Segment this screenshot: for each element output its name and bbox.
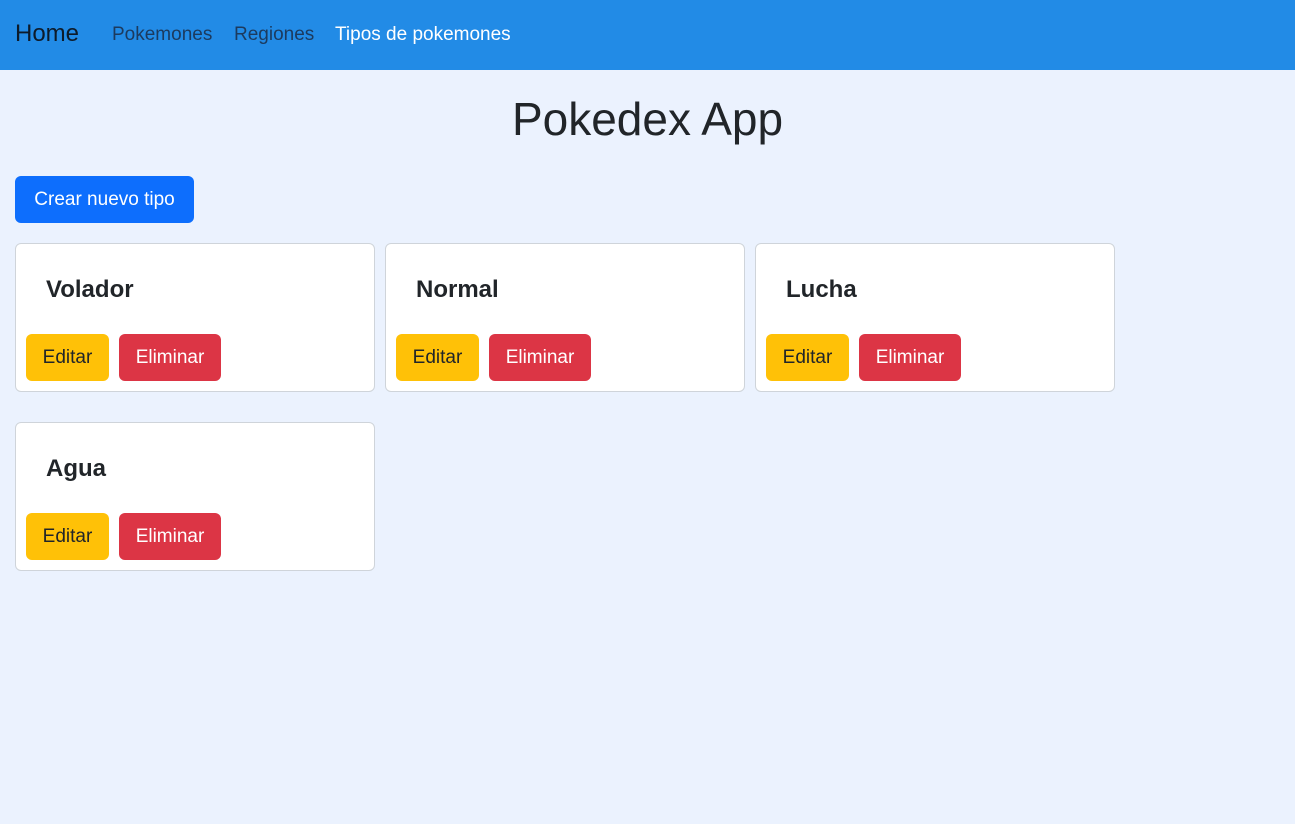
type-card-normal: Normal Editar Eliminar (385, 243, 745, 392)
nav-link-tipos-de-pokemones[interactable]: Tipos de pokemones (335, 24, 511, 46)
nav-link-regiones[interactable]: Regiones (234, 24, 314, 46)
type-card-title: Agua (46, 455, 106, 482)
edit-button[interactable]: Editar (26, 334, 109, 381)
type-card-title: Volador (46, 276, 134, 303)
navbar: Home Pokemones Regiones Tipos de pokemon… (0, 0, 1295, 70)
edit-button[interactable]: Editar (396, 334, 479, 381)
type-card-title: Normal (416, 276, 499, 303)
nav-brand-home[interactable]: Home (15, 20, 79, 48)
type-card-agua: Agua Editar Eliminar (15, 422, 375, 571)
delete-button[interactable]: Eliminar (489, 334, 591, 381)
type-card-volador: Volador Editar Eliminar (15, 243, 375, 392)
delete-button[interactable]: Eliminar (119, 513, 221, 560)
delete-button[interactable]: Eliminar (859, 334, 961, 381)
type-card-lucha: Lucha Editar Eliminar (755, 243, 1115, 392)
create-type-button[interactable]: Crear nuevo tipo (15, 176, 194, 223)
delete-button[interactable]: Eliminar (119, 334, 221, 381)
nav-link-pokemones[interactable]: Pokemones (112, 24, 212, 46)
page-title: Pokedex App (511, 93, 784, 145)
type-card-title: Lucha (786, 276, 857, 303)
edit-button[interactable]: Editar (766, 334, 849, 381)
edit-button[interactable]: Editar (26, 513, 109, 560)
